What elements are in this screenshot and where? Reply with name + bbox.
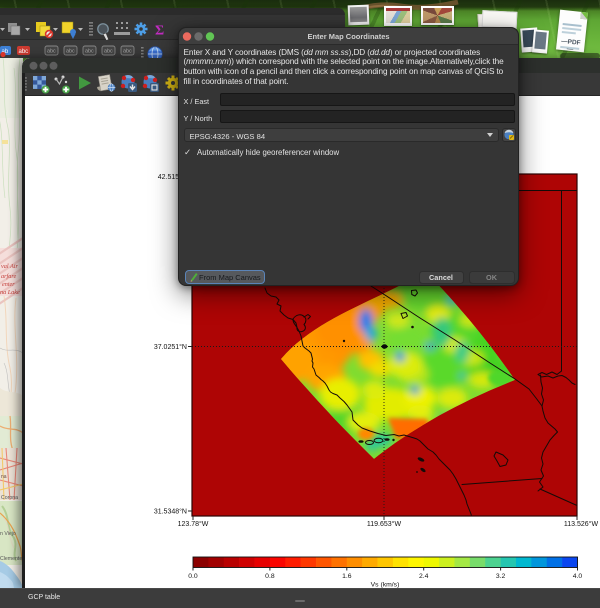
svg-text:31.5348°N: 31.5348°N: [154, 508, 187, 516]
svg-text:2.4: 2.4: [419, 573, 429, 580]
svg-text:4.0: 4.0: [573, 573, 583, 580]
svg-text:119.653°W: 119.653°W: [367, 520, 402, 528]
svg-text:3.2: 3.2: [496, 573, 506, 580]
svg-text:0.0: 0.0: [188, 573, 198, 580]
svg-text:123.78°W: 123.78°W: [178, 520, 209, 528]
svg-text:37.0251°N: 37.0251°N: [154, 343, 187, 351]
svg-text:113.526°W: 113.526°W: [564, 520, 599, 528]
svg-text:0.8: 0.8: [265, 573, 275, 580]
svg-text:1.6: 1.6: [342, 573, 352, 580]
